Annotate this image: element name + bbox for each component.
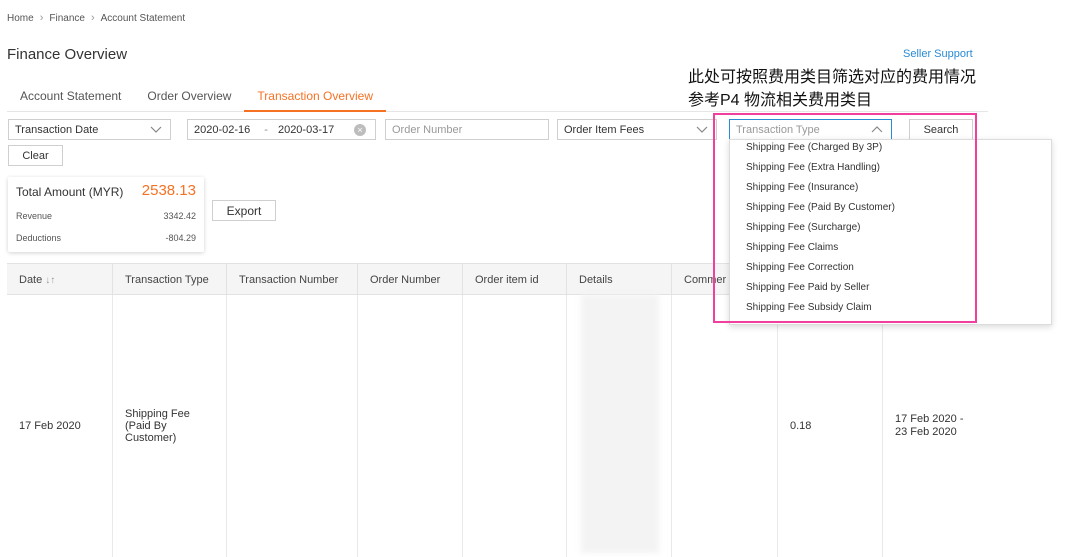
revenue-row: Revenue 3342.42: [16, 211, 196, 221]
export-button[interactable]: Export: [212, 200, 276, 221]
cell-date: 17 Feb 2020: [7, 295, 113, 557]
tab-account-statement[interactable]: Account Statement: [7, 84, 134, 112]
cell-details: [567, 295, 672, 557]
clear-button[interactable]: Clear: [8, 145, 63, 166]
column-date-label: Date: [19, 274, 43, 286]
cell-amount: 0.18: [778, 295, 883, 557]
dropdown-option[interactable]: Shipping Fee Claims: [746, 242, 838, 253]
order-number-placeholder: Order Number: [392, 123, 463, 136]
transaction-type-dropdown[interactable]: Shipping Fee (Charged By 3P) Shipping Fe…: [729, 139, 1052, 325]
page-title: Finance Overview: [7, 46, 128, 63]
total-amount-card: Total Amount (MYR) 2538.13 Revenue 3342.…: [8, 177, 204, 252]
dropdown-option[interactable]: Shipping Fee (Extra Handling): [746, 162, 880, 173]
chevron-right-icon: ›: [90, 12, 95, 24]
chevron-down-icon: [150, 126, 162, 133]
table-row: 17 Feb 2020 Shipping Fee (Paid By Custom…: [7, 295, 988, 557]
fee-category-value: Order Item Fees: [564, 123, 645, 136]
search-button[interactable]: Search: [909, 119, 973, 140]
cell-order-item-id: [463, 295, 567, 557]
chevron-up-icon: [871, 126, 883, 133]
transaction-type-select[interactable]: Transaction Type: [729, 119, 892, 140]
column-header-details: Details: [567, 264, 672, 296]
date-range-picker[interactable]: 2020-02-16 - 2020-03-17 ×: [187, 119, 376, 140]
seller-support-link[interactable]: Seller Support: [903, 48, 973, 60]
column-header-order-item-id: Order item id: [463, 264, 567, 296]
cell-transaction-number: [227, 295, 358, 557]
tab-transaction-overview[interactable]: Transaction Overview: [244, 84, 387, 112]
date-type-value: Transaction Date: [15, 123, 99, 136]
dropdown-option[interactable]: Shipping Fee Subsidy Claim: [746, 302, 872, 313]
deductions-row: Deductions -804.29: [16, 233, 196, 243]
column-header-order-number: Order Number: [358, 264, 463, 296]
date-separator: -: [264, 123, 268, 136]
column-header-transaction-type: Transaction Type: [113, 264, 227, 296]
transaction-type-placeholder: Transaction Type: [736, 123, 820, 136]
cell-transaction-type: Shipping Fee (Paid By Customer): [113, 295, 227, 557]
dropdown-option[interactable]: Shipping Fee (Surcharge): [746, 222, 861, 233]
clear-date-icon[interactable]: ×: [354, 124, 366, 136]
deductions-label: Deductions: [16, 233, 62, 243]
total-amount-value: 2538.13: [141, 182, 196, 199]
dropdown-option[interactable]: Shipping Fee (Charged By 3P): [746, 142, 882, 153]
date-end: 2020-03-17: [277, 123, 335, 136]
dropdown-option[interactable]: Shipping Fee Paid by Seller: [746, 282, 869, 293]
revenue-value: 3342.42: [163, 211, 196, 221]
breadcrumb-home[interactable]: Home: [7, 13, 34, 24]
sort-icon[interactable]: ↓↑: [45, 275, 55, 286]
order-number-input[interactable]: Order Number: [385, 119, 549, 140]
breadcrumb: Home › Finance › Account Statement: [7, 12, 185, 24]
total-amount-label: Total Amount (MYR): [16, 185, 124, 199]
revenue-label: Revenue: [16, 211, 53, 221]
tab-order-overview[interactable]: Order Overview: [134, 84, 244, 112]
tab-bar: Account Statement Order Overview Transac…: [7, 84, 988, 112]
fee-category-select[interactable]: Order Item Fees: [557, 119, 717, 140]
cell-order-number: [358, 295, 463, 557]
dropdown-option[interactable]: Shipping Fee Correction: [746, 262, 854, 273]
date-type-select[interactable]: Transaction Date: [8, 119, 171, 140]
breadcrumb-account-statement: Account Statement: [100, 12, 186, 24]
column-header-transaction-number: Transaction Number: [227, 264, 358, 296]
cell-period: 17 Feb 2020 - 23 Feb 2020: [895, 413, 964, 438]
redacted-details: [581, 295, 659, 553]
column-header-date[interactable]: Date ↓↑: [7, 264, 113, 296]
breadcrumb-finance[interactable]: Finance: [49, 13, 85, 24]
cell-comment: [672, 295, 778, 557]
dropdown-option[interactable]: Shipping Fee (Paid By Customer): [746, 202, 895, 213]
chevron-right-icon: ›: [39, 12, 44, 24]
date-start: 2020-02-16: [194, 123, 251, 136]
deductions-value: -804.29: [165, 233, 196, 243]
dropdown-option[interactable]: Shipping Fee (Insurance): [746, 182, 858, 193]
chevron-down-icon: [696, 126, 708, 133]
